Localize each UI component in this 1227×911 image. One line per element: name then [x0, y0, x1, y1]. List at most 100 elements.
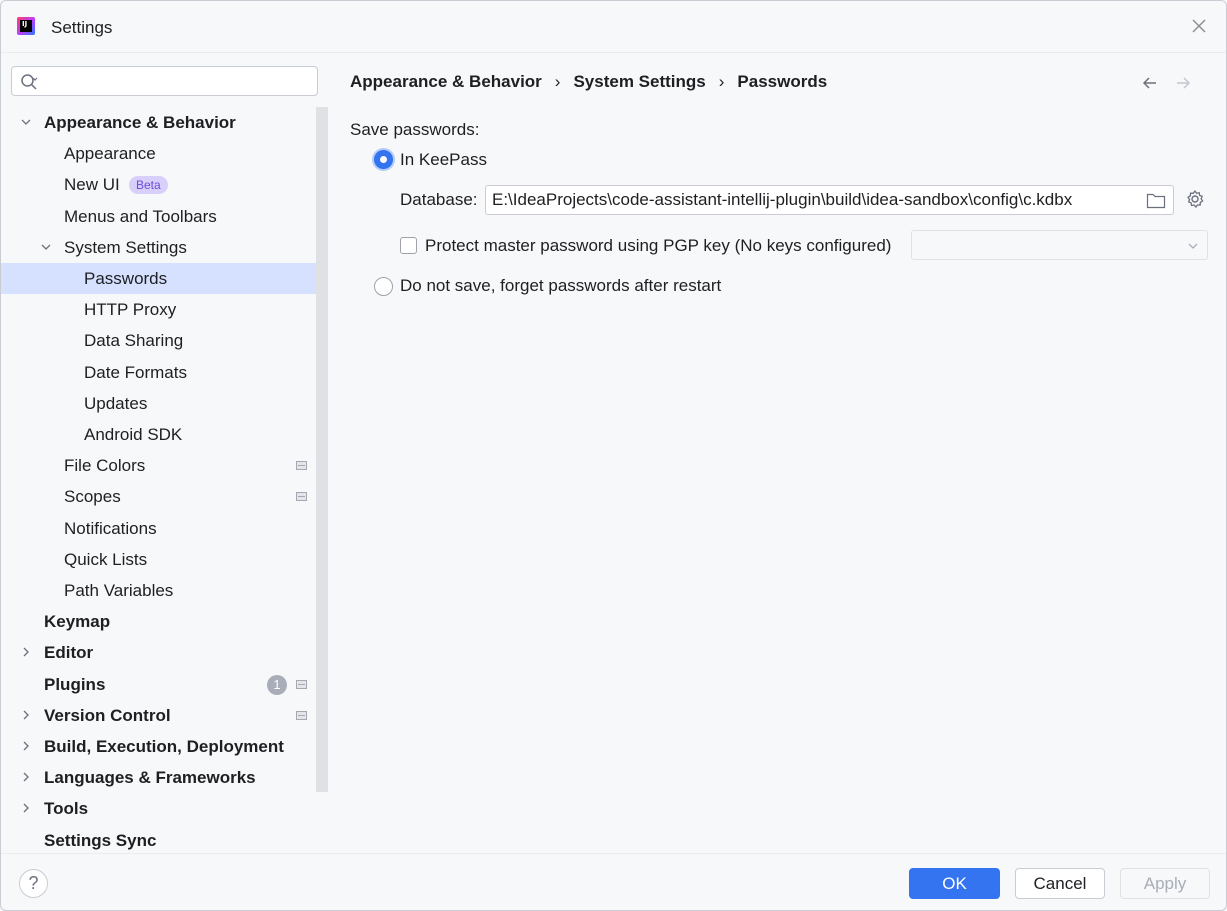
title-bar: IJ Settings	[1, 1, 1226, 53]
sidebar-item[interactable]: Quick Lists	[1, 544, 328, 575]
sidebar-item[interactable]: Build, Execution, Deployment	[1, 731, 328, 762]
pgp-key-select[interactable]	[911, 230, 1208, 260]
footer-divider	[1, 853, 1226, 854]
sidebar-item-label: New UI	[64, 175, 120, 195]
sidebar-item-label: Menus and Toolbars	[64, 206, 217, 226]
project-level-icon	[296, 461, 307, 471]
chevron-right-icon[interactable]	[21, 647, 31, 657]
arrow-right-icon	[1177, 77, 1191, 89]
chevron-right-icon[interactable]	[21, 772, 31, 782]
sidebar-item[interactable]: System Settings	[1, 232, 328, 263]
breadcrumb-separator: ›	[554, 72, 561, 91]
sidebar-item-label: Settings Sync	[44, 830, 157, 850]
close-icon	[1192, 19, 1206, 33]
sidebar-item[interactable]: Editor	[1, 637, 328, 668]
ok-button[interactable]: OK	[909, 868, 1000, 899]
sidebar-item[interactable]: Settings Sync	[1, 825, 328, 856]
help-icon: ?	[28, 873, 39, 893]
dialog-title: Settings	[51, 18, 113, 37]
sidebar-item-label: Path Variables	[64, 581, 174, 600]
database-field[interactable]	[485, 185, 1174, 215]
breadcrumb-separator: ›	[718, 72, 725, 91]
sidebar-item-label: Updates	[84, 393, 148, 413]
sidebar-item[interactable]: Path Variables	[1, 575, 328, 606]
sidebar-scrollbar[interactable]	[316, 107, 328, 792]
protect-master-password-label[interactable]: Protect master password using PGP key (N…	[425, 236, 891, 256]
sidebar-item-label: Tools	[44, 799, 89, 819]
database-path-input[interactable]	[492, 190, 1132, 210]
project-level-icon	[296, 710, 307, 720]
search-field[interactable]	[11, 66, 318, 96]
sidebar-item[interactable]: Passwords	[1, 263, 328, 294]
settings-dialog: IJ Settings Appearance & Behavior Appeara…	[0, 0, 1227, 911]
beta-badge: Beta	[129, 176, 168, 195]
sidebar-item-label: Date Formats	[84, 362, 187, 382]
sidebar-item-label: Passwords	[84, 269, 168, 288]
cancel-button[interactable]: Cancel	[1015, 868, 1105, 899]
sidebar-item-label: Scopes	[64, 487, 121, 507]
chevron-down-icon[interactable]	[21, 117, 31, 127]
settings-sidebar: Appearance & Behavior Appearance New UI Bet…	[1, 53, 329, 853]
sidebar-item[interactable]: HTTP Proxy	[1, 294, 328, 325]
intellij-idea-icon: IJ	[17, 17, 35, 35]
sidebar-item[interactable]: Menus and Toolbars	[1, 201, 328, 232]
sidebar-item[interactable]: Appearance	[1, 138, 328, 169]
sidebar-item-label: Languages & Frameworks	[44, 768, 256, 788]
chevron-right-icon[interactable]	[21, 741, 31, 751]
chevron-down-icon[interactable]	[41, 242, 51, 252]
sidebar-item-label: Appearance	[64, 144, 156, 164]
sidebar-item[interactable]: Keymap	[1, 606, 328, 637]
sidebar-item-label: Build, Execution, Deployment	[44, 737, 284, 756]
breadcrumb-item[interactable]: System Settings	[573, 72, 705, 92]
search-input[interactable]	[42, 71, 312, 91]
sidebar-item[interactable]: Android SDK	[1, 419, 328, 450]
keepass-radio-label[interactable]: In KeePass	[400, 150, 487, 170]
sidebar-item-label: Quick Lists	[64, 549, 148, 569]
chevron-right-icon[interactable]	[21, 710, 31, 720]
database-label: Database:	[400, 190, 478, 209]
sidebar-item[interactable]: Updates	[1, 388, 328, 419]
apply-button[interactable]: Apply	[1120, 868, 1210, 899]
search-icon	[21, 74, 38, 90]
sidebar-item[interactable]: Data Sharing	[1, 325, 328, 356]
arrow-left-icon	[1142, 77, 1156, 89]
sidebar-item-label: Keymap	[44, 612, 111, 632]
sidebar-item-label: Plugins	[44, 674, 106, 694]
do-not-save-radio-label[interactable]: Do not save, forget passwords after rest…	[400, 276, 721, 296]
breadcrumb: Appearance & Behavior › System Settings › Pa…	[350, 72, 827, 92]
close-button[interactable]	[1188, 15, 1210, 37]
keepass-radio[interactable]	[374, 150, 393, 169]
count-badge: 1	[267, 674, 287, 695]
sidebar-item[interactable]: New UI Beta	[1, 169, 328, 200]
sidebar-item[interactable]: Tools	[1, 793, 328, 824]
sidebar-item-label: Notifications	[64, 518, 157, 538]
chevron-down-icon	[1188, 243, 1198, 249]
help-button[interactable]: ?	[19, 869, 48, 898]
sidebar-item-label: Version Control	[44, 705, 171, 725]
sidebar-item-label: System Settings	[64, 237, 187, 257]
passwords-panel: Appearance & Behavior › System Settings › Pa…	[329, 53, 1226, 853]
sidebar-item[interactable]: Notifications	[1, 513, 328, 544]
sidebar-item-label: HTTP Proxy	[84, 300, 177, 320]
breadcrumb-item-current: Passwords	[737, 72, 828, 91]
forward-button[interactable]	[1173, 73, 1193, 93]
sidebar-item[interactable]: Date Formats	[1, 357, 328, 388]
sidebar-item-label: Data Sharing	[84, 331, 184, 351]
folder-icon[interactable]	[1146, 192, 1166, 209]
sidebar-item[interactable]: Scopes	[1, 481, 328, 512]
sidebar-item[interactable]: Version Control	[1, 700, 328, 731]
breadcrumb-item[interactable]: Appearance & Behavior	[350, 72, 542, 92]
do-not-save-radio[interactable]	[374, 277, 393, 296]
chevron-right-icon[interactable]	[21, 803, 31, 813]
back-button[interactable]	[1140, 73, 1160, 93]
sidebar-item-label: Appearance & Behavior	[44, 113, 236, 132]
sidebar-item[interactable]: Plugins 1	[1, 669, 328, 700]
gear-icon[interactable]	[1185, 189, 1205, 209]
sidebar-item[interactable]: Languages & Frameworks	[1, 762, 328, 793]
sidebar-item-label: Editor	[44, 643, 94, 663]
save-passwords-label: Save passwords:	[350, 120, 480, 139]
project-level-icon	[296, 679, 307, 689]
sidebar-item[interactable]: Appearance & Behavior	[1, 107, 328, 138]
protect-master-password-checkbox[interactable]	[400, 237, 417, 254]
sidebar-item[interactable]: File Colors	[1, 450, 328, 481]
